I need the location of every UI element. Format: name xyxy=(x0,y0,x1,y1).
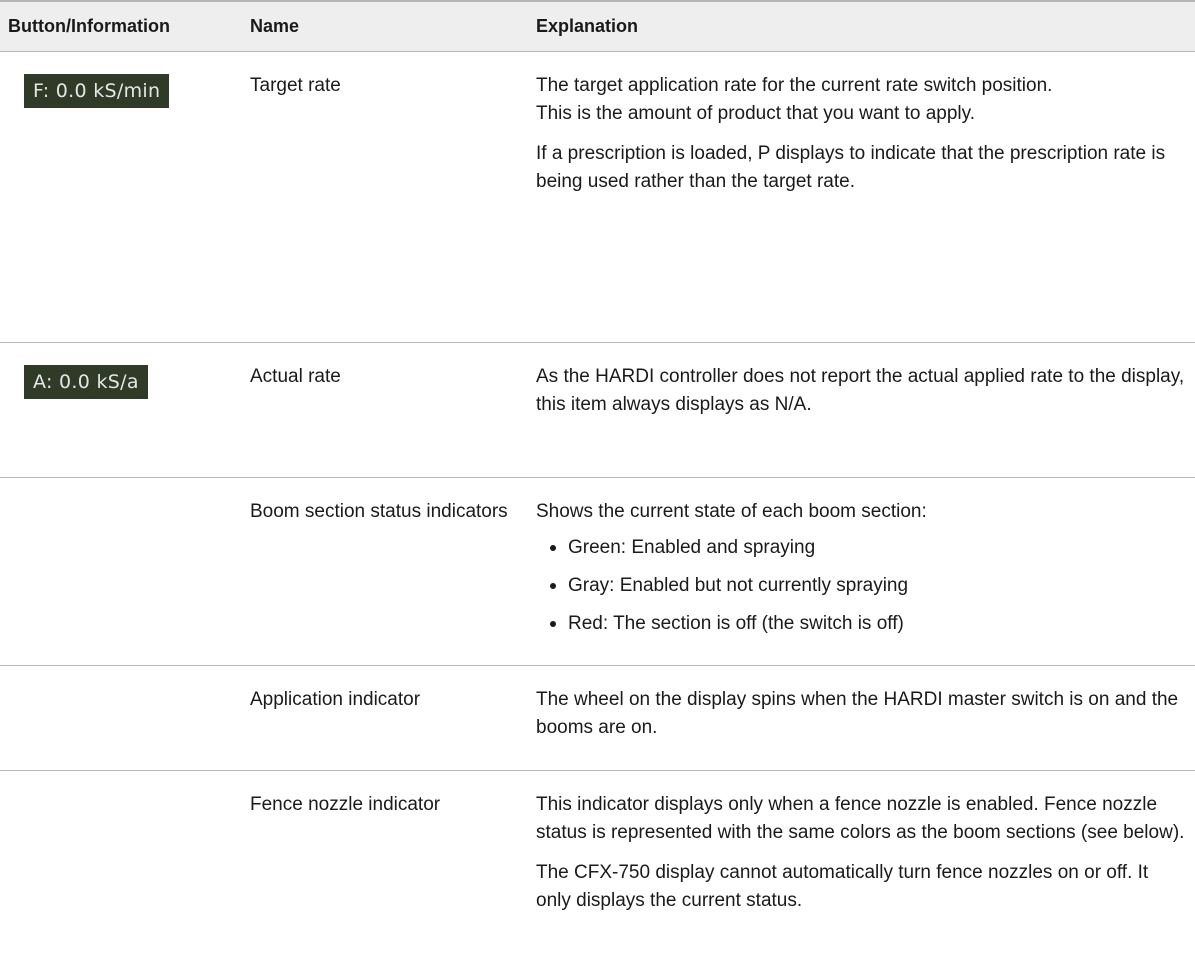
header-name: Name xyxy=(242,0,528,52)
explanation-paragraph: The CFX-750 display cannot automatically… xyxy=(536,861,1149,911)
bullet-icon xyxy=(550,544,556,551)
explanation-paragraph: If a prescription is loaded, P displays … xyxy=(536,142,1166,192)
cell-explanation: This indicator displays only when a fenc… xyxy=(528,770,1195,929)
bullet-icon xyxy=(550,582,556,589)
bullet-icon xyxy=(550,620,556,627)
explanation-paragraph: This is the amount of product that you w… xyxy=(536,102,976,124)
info-table: Button/Information Name Explanation F: 0… xyxy=(0,0,1195,929)
cell-display xyxy=(0,665,242,771)
cell-name: Actual rate xyxy=(242,342,528,478)
cell-display xyxy=(0,770,242,929)
cell-explanation: The wheel on the display spins when the … xyxy=(528,665,1195,771)
header-button-information: Button/Information xyxy=(0,0,242,52)
header-explanation: Explanation xyxy=(528,0,1195,52)
cell-display: F: 0.0 kS/min xyxy=(0,51,242,343)
explanation-paragraph: This indicator displays only when a fenc… xyxy=(536,793,1185,843)
explanation-paragraph: The wheel on the display spins when the … xyxy=(536,688,1179,738)
list-item: Red: The section is off (the switch is o… xyxy=(550,610,1187,638)
cell-display: A: 0.0 kS/a xyxy=(0,342,242,478)
cell-explanation: As the HARDI controller does not report … xyxy=(528,342,1195,478)
explanation-line: The target application rate for the curr… xyxy=(536,74,1053,96)
list-item: Gray: Enabled but not currently spraying xyxy=(550,572,1187,600)
cell-explanation: The target application rate for the curr… xyxy=(528,51,1195,343)
row-name: Target rate xyxy=(250,74,341,96)
list-item: Green: Enabled and spraying xyxy=(550,534,1187,562)
cell-name: Boom section status indicators xyxy=(242,477,528,666)
actual-rate-display: A: 0.0 kS/a xyxy=(24,364,148,399)
row-name: Application indicator xyxy=(250,688,421,710)
explanation-intro: Shows the current state of each boom sec… xyxy=(536,500,927,522)
table-row-actual-rate: A: 0.0 kS/a Actual rate As the HARDI con… xyxy=(0,342,1195,478)
row-name: Fence nozzle indicator xyxy=(250,793,441,815)
cell-explanation: Shows the current state of each boom sec… xyxy=(528,477,1195,666)
cell-display xyxy=(0,477,242,666)
row-name: Boom section status indicators xyxy=(250,500,508,522)
cell-name: Application indicator xyxy=(242,665,528,771)
table-row-fence-nozzle: Fence nozzle indicator This indicator di… xyxy=(0,770,1195,929)
table-row-application-indicator: Application indicator The wheel on the d… xyxy=(0,665,1195,771)
cell-name: Fence nozzle indicator xyxy=(242,770,528,929)
target-rate-display: F: 0.0 kS/min xyxy=(24,73,170,108)
table-row-target-rate: F: 0.0 kS/min Target rate The target app… xyxy=(0,51,1195,343)
cell-name: Target rate xyxy=(242,51,528,343)
row-name: Actual rate xyxy=(250,365,341,387)
status-list: Green: Enabled and spraying Gray: Enable… xyxy=(536,534,1187,638)
explanation-paragraph: As the HARDI controller does not report … xyxy=(536,365,1185,415)
table-row-boom-section: Boom section status indicators Shows the… xyxy=(0,477,1195,666)
table-header-row: Button/Information Name Explanation xyxy=(0,0,1195,52)
